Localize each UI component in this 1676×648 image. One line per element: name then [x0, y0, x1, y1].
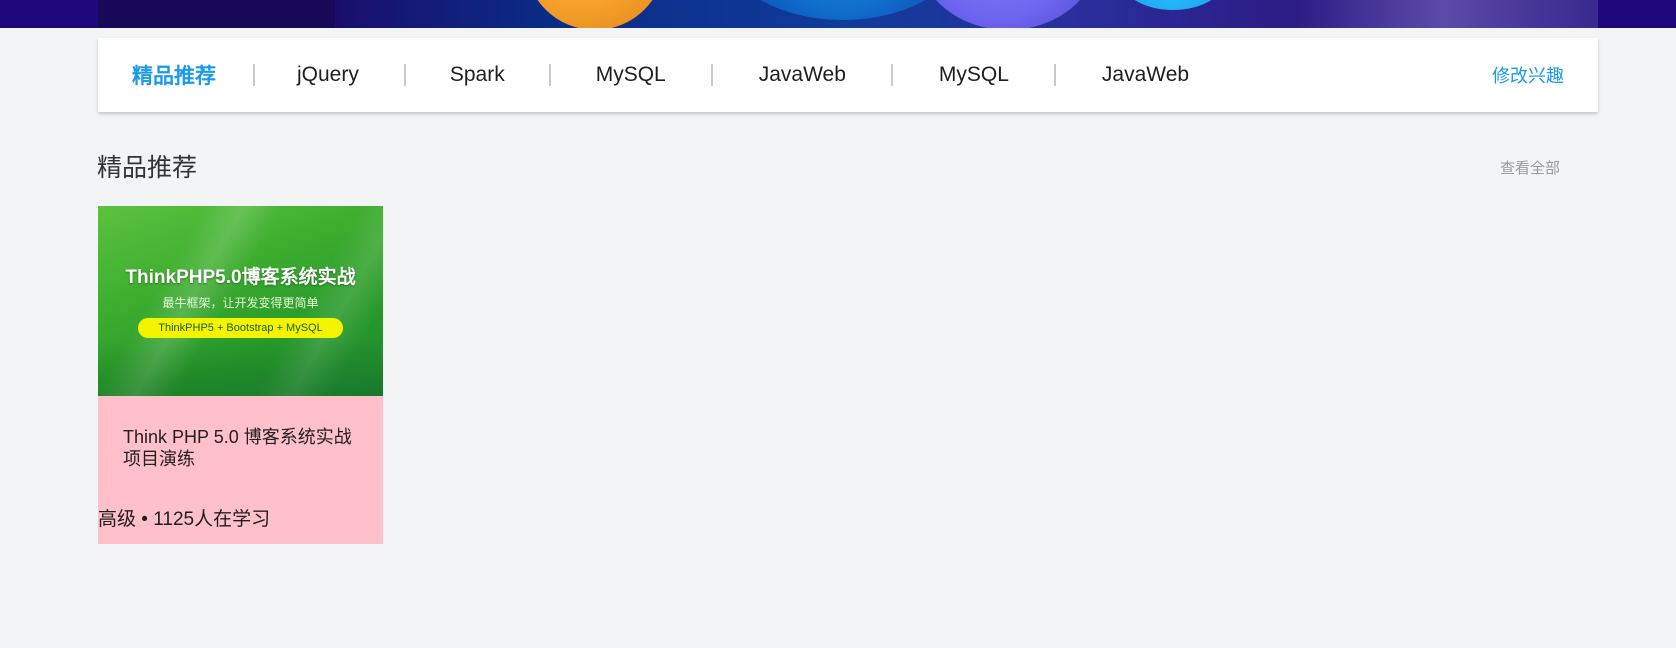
- category-item-spark[interactable]: Spark: [450, 63, 505, 87]
- cover-shade: [98, 336, 383, 396]
- view-all-link[interactable]: 查看全部: [1500, 159, 1560, 179]
- category-divider: [890, 64, 893, 86]
- course-learners: 1125人在学习: [153, 509, 271, 530]
- cover-headline: ThinkPHP5.0博客系统实战: [125, 267, 356, 288]
- banner-blue-orb: [718, 0, 968, 20]
- category-divider: [253, 64, 255, 86]
- category-item-javaweb[interactable]: JavaWeb: [759, 63, 846, 87]
- category-item-javaweb-2[interactable]: JavaWeb: [1102, 63, 1189, 87]
- course-title[interactable]: Think PHP 5.0 博客系统实战项目演练: [123, 426, 368, 470]
- category-divider: [1053, 64, 1056, 86]
- cover-stack-badge: ThinkPHP5 + Bootstrap + MySQL: [138, 318, 343, 338]
- category-item-featured[interactable]: 精品推荐: [132, 60, 216, 90]
- banner-dark-panel: [98, 0, 335, 28]
- course-meta: 高级 • 1125人在学习: [98, 504, 270, 531]
- category-item-mysql-2[interactable]: MySQL: [939, 63, 1009, 87]
- banner-cyan-orb: [1118, 0, 1228, 10]
- cover-subtitle: 最牛框架，让开发变得更简单: [162, 296, 319, 310]
- banner-image: [98, 0, 1598, 28]
- banner-purple-orb: [918, 0, 1098, 28]
- category-item-jquery[interactable]: jQuery: [297, 63, 359, 87]
- top-banner[interactable]: [0, 0, 1676, 28]
- course-cover-image: ThinkPHP5.0博客系统实战 最牛框架，让开发变得更简单 ThinkPHP…: [98, 206, 383, 396]
- category-nav: 精品推荐 jQuery Spark MySQL JavaWeb MySQL Ja…: [98, 38, 1598, 112]
- category-item-mysql[interactable]: MySQL: [596, 63, 666, 87]
- edit-interests-link[interactable]: 修改兴趣: [1492, 62, 1564, 88]
- course-card[interactable]: ThinkPHP5.0博客系统实战 最牛框架，让开发变得更简单 ThinkPHP…: [98, 206, 383, 544]
- section-title: 精品推荐: [97, 154, 198, 182]
- banner-glow: [1293, 0, 1593, 28]
- course-level: 高级: [98, 509, 137, 530]
- category-divider: [710, 64, 713, 86]
- meta-separator: •: [141, 509, 148, 530]
- category-divider: [403, 64, 406, 86]
- banner-orange-orb: [525, 0, 665, 28]
- category-divider: [548, 64, 551, 86]
